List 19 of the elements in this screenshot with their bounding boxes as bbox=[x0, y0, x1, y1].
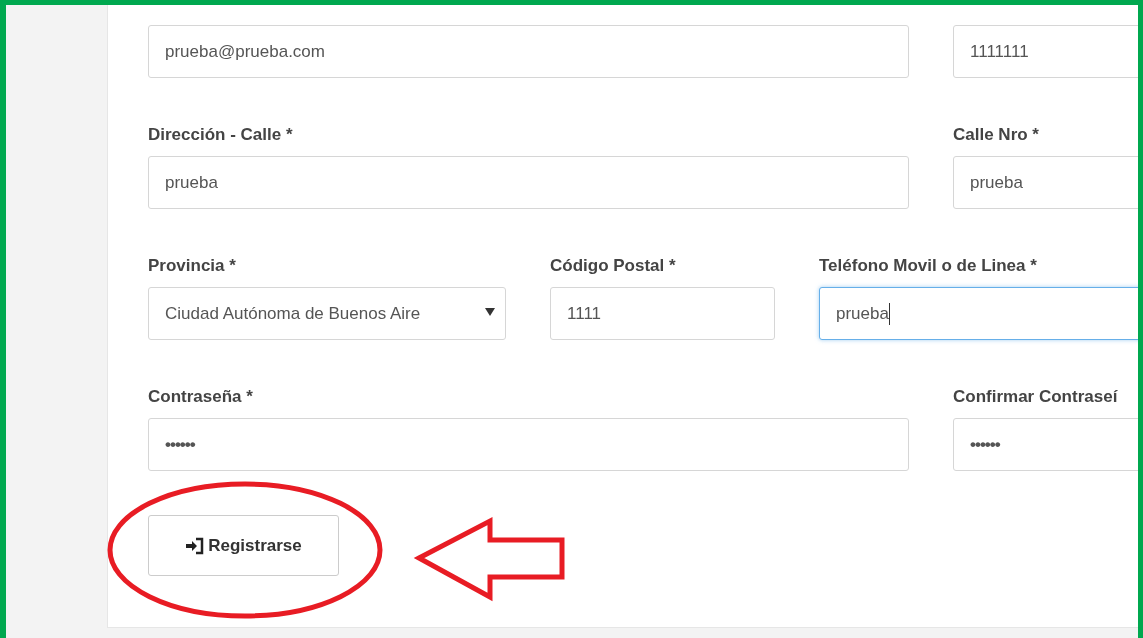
input-field[interactable]: 1111111 bbox=[953, 25, 1138, 78]
dropdown-caret-icon bbox=[485, 308, 495, 316]
sign-in-icon bbox=[185, 536, 206, 555]
input-field[interactable]: prueba bbox=[819, 287, 1138, 340]
field-label: Código Postal * bbox=[550, 255, 677, 277]
select-field[interactable]: Ciudad Autónoma de Buenos Aire bbox=[148, 287, 506, 340]
password-field[interactable]: •••••• bbox=[148, 418, 909, 471]
password-field[interactable]: •••••• bbox=[953, 418, 1138, 471]
input-field[interactable]: prueba bbox=[148, 156, 909, 209]
field-label: Confirmar Contraseí bbox=[953, 386, 1119, 408]
field-label: Calle Nro * bbox=[953, 124, 1040, 146]
field-label: Teléfono Movil o de Linea * bbox=[819, 255, 1038, 277]
field-label: Dirección - Calle * bbox=[148, 124, 294, 146]
input-field[interactable]: prueba@prueba.com bbox=[148, 25, 909, 78]
input-field[interactable]: prueba bbox=[953, 156, 1138, 209]
register-button[interactable]: Registrarse bbox=[148, 515, 339, 576]
input-field[interactable]: 1111 bbox=[550, 287, 775, 340]
field-label: Provincia * bbox=[148, 255, 237, 277]
field-label: Contraseña * bbox=[148, 386, 254, 408]
